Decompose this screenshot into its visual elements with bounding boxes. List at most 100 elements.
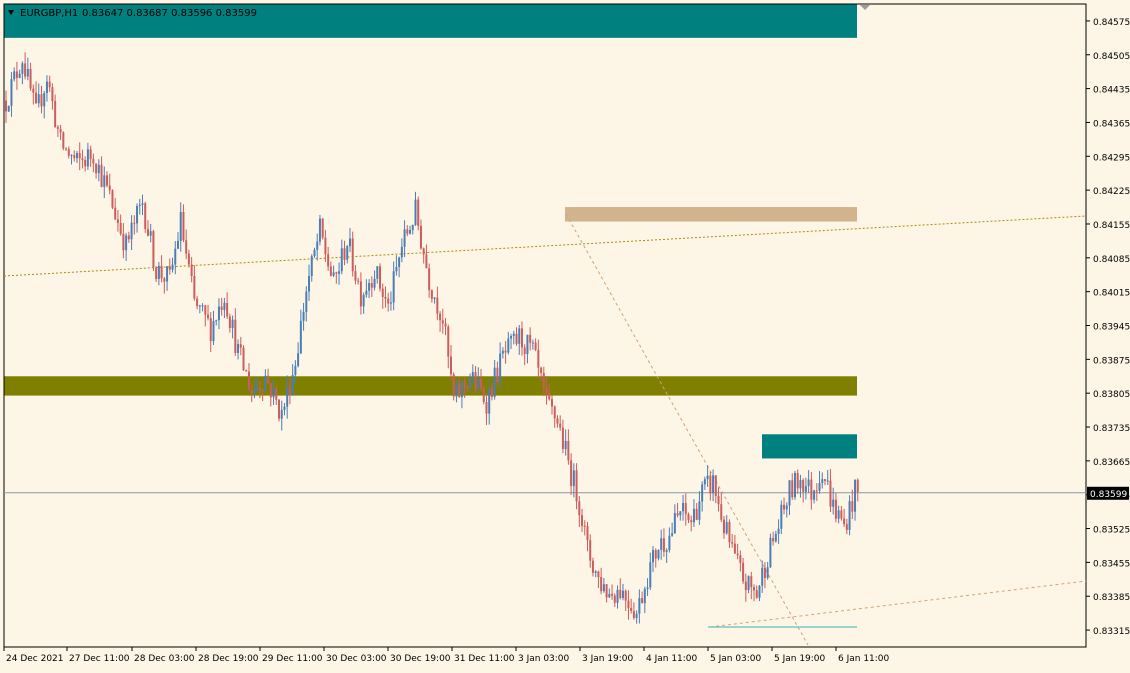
candle-body (354, 271, 357, 281)
candle-body (490, 388, 493, 397)
y-tick-label: 0.84365 (1093, 119, 1130, 129)
candle-body (190, 264, 193, 277)
candle-body (174, 248, 177, 265)
candle-body (474, 372, 477, 390)
candle-body (837, 510, 840, 519)
candle-body (531, 342, 534, 344)
candle-body (703, 479, 706, 485)
candle-body (507, 338, 510, 353)
candle-body (294, 366, 297, 375)
y-tick-label: 0.84155 (1093, 221, 1130, 231)
candle-body (463, 381, 466, 387)
candle-body (417, 199, 420, 226)
candle-body (581, 515, 584, 526)
candle-body (676, 513, 679, 516)
candle-body (387, 298, 390, 304)
y-tick-label: 0.84505 (1093, 52, 1130, 62)
candle-body (638, 598, 641, 614)
candle-body (403, 229, 406, 247)
candle-body (802, 480, 805, 492)
candle-body (160, 265, 163, 279)
candle-body (575, 470, 578, 502)
candle-body (725, 522, 728, 534)
x-tick-label: 27 Dec 11:00 (69, 654, 130, 664)
candle-body (777, 528, 780, 534)
candle-body (736, 553, 739, 556)
candle-body (305, 291, 308, 312)
candle-body (690, 520, 693, 523)
candle-body (480, 378, 483, 389)
candle-body (597, 571, 600, 578)
candle-body (673, 513, 676, 534)
candle-body (256, 387, 259, 390)
candle-body (308, 276, 311, 292)
candle-body (733, 543, 736, 554)
y-tick-label: 0.83875 (1093, 356, 1130, 366)
candle-body (215, 320, 218, 322)
candle-body (21, 63, 24, 74)
candle-body (24, 63, 27, 77)
candle-body (834, 499, 837, 519)
candle-body (534, 342, 537, 350)
candle-body (652, 550, 655, 563)
candle-body (239, 344, 242, 348)
candle-body (357, 280, 360, 282)
candle-body (130, 222, 133, 240)
candle-body (447, 326, 450, 357)
candle-body (679, 511, 682, 516)
candle-body (389, 302, 392, 304)
candle-body (739, 555, 742, 563)
price-chart[interactable]: 0.84575 0.84505 0.84435 0.84365 0.84295 0.842… (0, 0, 1130, 669)
candle-body (297, 353, 300, 367)
candle-body (406, 229, 409, 234)
x-tick-label: 3 Jan 03:00 (518, 654, 570, 664)
candle-body (641, 598, 644, 604)
x-tick-label: 4 Jan 11:00 (646, 654, 698, 664)
candle-body (824, 479, 826, 481)
candle-body (275, 388, 278, 400)
candle-body (332, 272, 335, 276)
candle-body (54, 100, 57, 128)
candle-body (537, 349, 540, 368)
y-tick-label: 0.84575 (1093, 18, 1130, 28)
chart-area[interactable]: 0.84575 0.84505 0.84435 0.84365 0.84295 0.842… (0, 0, 1130, 669)
candle-body (545, 387, 548, 394)
candle-body (444, 323, 447, 327)
candle-body (570, 460, 573, 487)
candle-body (78, 153, 81, 159)
candle-body (373, 278, 376, 288)
candle-body (73, 155, 76, 159)
candle-body (343, 248, 346, 260)
candle-body (223, 302, 226, 310)
candle-body (818, 482, 821, 491)
candle-body (157, 265, 160, 279)
candle-body (559, 423, 562, 428)
candle-body (116, 219, 119, 223)
candle-body (750, 576, 753, 588)
candle-body (7, 105, 10, 112)
candle-body (510, 336, 513, 339)
y-tick-label: 0.83735 (1093, 424, 1130, 434)
candle-body (578, 501, 581, 516)
candle-body (458, 384, 461, 398)
candle-body (201, 305, 204, 307)
chart-background (0, 0, 1130, 669)
candle-body (728, 522, 731, 543)
last-price-label: 0.83599 (1090, 490, 1127, 500)
candle-body (56, 127, 59, 129)
candle-body (436, 297, 439, 314)
candle-body (654, 550, 657, 559)
candle-body (758, 585, 761, 598)
candle-body (348, 238, 351, 247)
candle-body (742, 562, 745, 582)
candle-body (425, 254, 428, 269)
candle-body (400, 246, 403, 258)
candle-body (720, 504, 723, 520)
candle-body (731, 542, 734, 544)
candle-body (783, 504, 786, 510)
candle-body (122, 233, 125, 251)
candle-body (318, 218, 321, 242)
candle-body (283, 406, 286, 410)
candle-body (761, 567, 764, 586)
candle-body (518, 328, 521, 344)
